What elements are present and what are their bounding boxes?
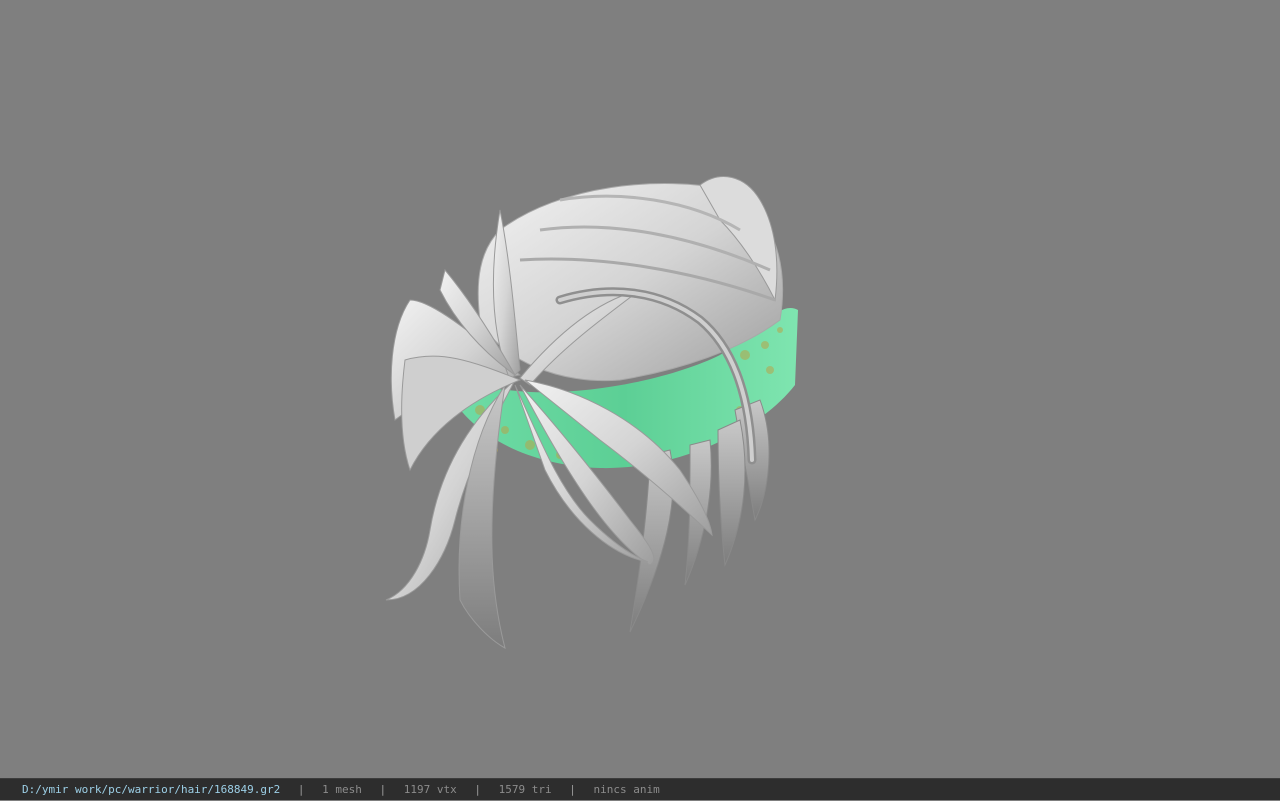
status-separator: | (474, 783, 482, 796)
file-path: D:/ymir work/pc/warrior/hair/168849.gr2 (22, 783, 281, 796)
status-separator: | (379, 783, 387, 796)
hair-model-render (385, 176, 798, 649)
animation-status: nincs anim (593, 783, 660, 796)
status-separator: | (569, 783, 576, 796)
3d-viewport[interactable] (0, 0, 1280, 778)
status-bar: D:/ymir work/pc/warrior/hair/168849.gr2 … (0, 778, 1280, 800)
vertex-count: 1197 vtx (403, 783, 457, 796)
status-separator: | (297, 783, 305, 796)
triangle-count: 1579 tri (498, 783, 552, 796)
mesh-count: 1 mesh (322, 783, 362, 796)
